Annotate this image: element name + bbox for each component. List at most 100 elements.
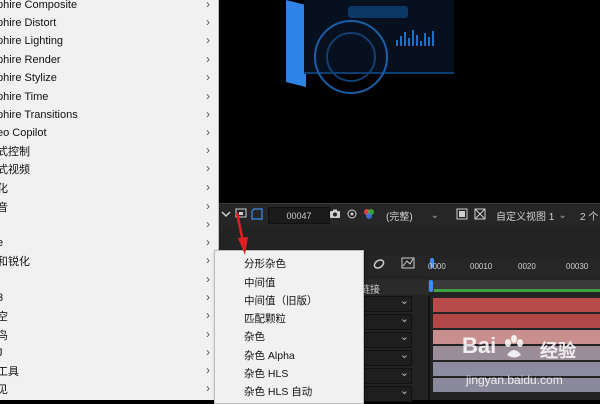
work-area-range	[434, 289, 600, 292]
menu-item[interactable]: 3 ›	[0, 289, 218, 307]
submenu-item-match-grain[interactable]: 匹配颗粒	[215, 308, 363, 326]
menu-item-label: 鸟	[0, 330, 8, 342]
color-channels-icon[interactable]	[363, 208, 375, 220]
current-time-indicator[interactable]	[429, 280, 433, 292]
menu-item-label: 式视频	[0, 164, 30, 176]
parent-dropdown[interactable]	[360, 366, 412, 384]
menu-item[interactable]: 音 ›	[0, 198, 218, 216]
submenu-item-median-legacy[interactable]: 中间值（旧版）	[215, 290, 363, 308]
menu-item[interactable]: 工具 ›	[0, 362, 218, 380]
layer-duration-bar[interactable]	[433, 298, 600, 312]
fast-previews-icon[interactable]	[456, 208, 468, 220]
menu-item[interactable]: l›	[0, 271, 218, 289]
paw-logo-icon	[505, 335, 523, 358]
menu-item-label: phire Transitions	[0, 109, 78, 121]
submenu-item-noise-hls-auto[interactable]: 杂色 HLS 自动	[215, 381, 363, 399]
menu-item-label: J	[0, 347, 3, 359]
menu-item[interactable]: phire Render ›	[0, 51, 218, 69]
menu-item[interactable]: 和锐化 ›	[0, 252, 218, 270]
hud-header-graphic	[348, 6, 408, 18]
chevron-right-icon: ›	[206, 308, 210, 322]
chevron-right-icon: ›	[206, 253, 210, 267]
submenu-item-median[interactable]: 中间值	[215, 272, 363, 290]
parent-link-column-header: 链接	[358, 279, 428, 296]
menu-item-label: eo Copilot	[0, 127, 47, 139]
3d-layer-face	[304, 0, 454, 94]
menu-item[interactable]: 鸟 ›	[0, 326, 218, 344]
menu-item-label: 工具	[0, 366, 19, 378]
hud-bars-graphic	[396, 28, 438, 46]
resolution-dropdown[interactable]: (完整) ⌄	[386, 207, 439, 223]
menu-item[interactable]: J›	[0, 344, 218, 362]
menu-item[interactable]: phire Distort ›	[0, 14, 218, 32]
view-layout-dropdown[interactable]: 2 个	[580, 207, 598, 223]
hud-arc-inner-graphic	[326, 32, 376, 82]
transparency-grid-icon[interactable]	[251, 208, 263, 220]
noise-grain-submenu: 分形杂色 中间值 中间值（旧版） 匹配颗粒 杂色 杂色 Alpha 杂色 HLS…	[214, 250, 364, 404]
menu-item-label: 化	[0, 183, 8, 195]
draft-3d-icon[interactable]	[372, 257, 386, 271]
grid-guides-icon[interactable]	[474, 208, 486, 220]
menu-item[interactable]: phire Time ›	[0, 88, 218, 106]
work-area-bar[interactable]	[428, 280, 600, 292]
menu-item[interactable]: phire Transitions ›	[0, 106, 218, 124]
submenu-item-label: 匹配颗粒	[244, 313, 286, 325]
chevron-right-icon: ›	[206, 217, 210, 231]
chevron-right-icon: ›	[206, 15, 210, 29]
submenu-item-noise[interactable]: 杂色	[215, 326, 363, 344]
chevron-right-icon: ›	[206, 52, 210, 66]
chevron-right-icon: ›	[206, 0, 210, 11]
menu-item-label: 和锐化	[0, 256, 30, 268]
menu-item-label: e	[0, 237, 4, 249]
show-snapshot-icon[interactable]	[346, 208, 358, 220]
watermark-brand: Bai	[462, 333, 497, 358]
graph-editor-icon[interactable]	[401, 256, 415, 270]
chevron-right-icon: ›	[206, 363, 210, 377]
menu-item-label: phire Composite	[0, 0, 78, 11]
menu-item[interactable]: 式视频 ›	[0, 160, 218, 178]
menu-item[interactable]: phire Composite ›	[0, 0, 218, 14]
menu-item[interactable]: eo Copilot ›	[0, 124, 218, 142]
watermark-url: jingyan.baidu.com	[466, 373, 563, 387]
menu-item-label: phire Render	[0, 54, 61, 66]
camera-snapshot-icon[interactable]	[329, 208, 341, 220]
chevron-right-icon: ›	[206, 199, 210, 213]
menu-item[interactable]: phire Lighting ›	[0, 32, 218, 50]
submenu-item-noise-hls[interactable]: 杂色 HLS	[215, 363, 363, 381]
chevron-right-icon: ›	[206, 345, 210, 359]
chevron-right-icon: ›	[206, 381, 210, 395]
time-ruler[interactable]: 0000 00010 0020 00030	[428, 258, 600, 276]
3d-view-dropdown[interactable]: 自定义视图 1 ⌄	[496, 207, 567, 223]
parent-dropdown[interactable]	[360, 348, 412, 366]
menu-item[interactable]: 空 ›	[0, 307, 218, 325]
layer-duration-bar[interactable]	[433, 314, 600, 328]
resolution-value: (完整)	[386, 211, 413, 223]
parent-dropdown[interactable]	[360, 312, 412, 330]
menu-item-label: 空	[0, 311, 8, 323]
chevron-right-icon: ›	[206, 235, 210, 249]
menu-item-label: phire Time	[0, 91, 49, 103]
effect-categories-menu: phire Composite › phire Distort › phire Li…	[0, 0, 219, 400]
watermark-brand-suffix: 经验	[540, 341, 576, 361]
submenu-item-noise-alpha[interactable]: 杂色 Alpha	[215, 345, 363, 363]
timeline-divider[interactable]	[428, 296, 430, 400]
menu-item-label: 3	[0, 292, 4, 304]
submenu-item-label: 中间值	[244, 277, 276, 289]
chevron-down-icon: ⌄	[558, 209, 567, 221]
menu-item[interactable]: 化 ›	[0, 179, 218, 197]
menu-item[interactable]: 见 ›	[0, 380, 218, 398]
submenu-item-label: 杂色	[244, 331, 265, 343]
menu-item[interactable]: e ›	[0, 234, 218, 252]
chevron-right-icon: ›	[206, 89, 210, 103]
parent-dropdown[interactable]	[360, 330, 412, 348]
submenu-item-label: 中间值（旧版）	[244, 295, 318, 307]
menu-item[interactable]: j›	[0, 216, 218, 234]
3d-layer-side	[286, 0, 306, 87]
parent-dropdown[interactable]	[360, 294, 412, 312]
current-frame-field[interactable]: 00047	[268, 207, 330, 224]
menu-item[interactable]: phire Stylize ›	[0, 69, 218, 87]
submenu-item-label: 分形杂色	[244, 258, 286, 270]
view-layout-value: 2 个	[580, 211, 599, 223]
ruler-tick: 00010	[470, 262, 493, 271]
menu-item[interactable]: 式控制 ›	[0, 142, 218, 160]
